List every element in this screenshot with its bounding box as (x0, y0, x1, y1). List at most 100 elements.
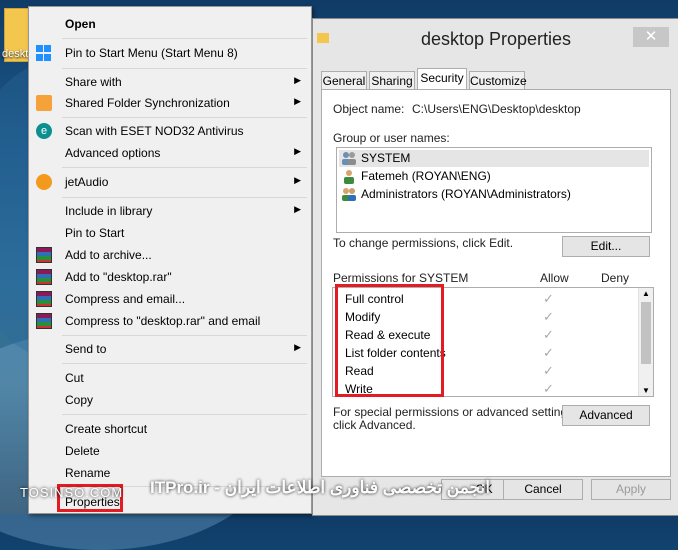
submenu-arrow-icon: ▶ (294, 146, 301, 156)
menu-item-label: Compress and email... (65, 292, 186, 306)
menu-item-compress-rar-email[interactable]: Compress to "desktop.rar" and email (31, 310, 309, 331)
menu-item-pin-start-menu[interactable]: Pin to Start Menu (Start Menu 8) (31, 42, 309, 63)
menu-item-compress-email[interactable]: Compress and email... (31, 288, 309, 309)
windows-logo-icon (36, 45, 52, 61)
menu-item-include-in-library[interactable]: Include in library ▶ (31, 200, 309, 221)
permissions-for-label: Permissions for SYSTEM (333, 271, 469, 285)
allow-check-icon: ✓ (543, 363, 554, 378)
menu-item-add-to-archive[interactable]: Add to archive... (31, 244, 309, 265)
tab-security[interactable]: Security (417, 68, 467, 90)
menu-item-label: Send to (65, 342, 107, 356)
user-list: SYSTEM Fatemeh (ROYAN\ENG) Administrator… (336, 147, 652, 233)
menu-item-open[interactable]: Open (31, 13, 309, 34)
window-title: desktop Properties (420, 29, 572, 49)
scroll-down-icon[interactable]: ▼ (642, 386, 650, 395)
menu-item-label: Scan with ESET NOD32 Antivirus (65, 124, 244, 138)
user-row-system[interactable]: SYSTEM (339, 150, 649, 167)
winrar-icon (36, 313, 52, 329)
menu-item-label: jetAudio (65, 175, 109, 189)
watermark-tosinso: TOSINSO.COM (20, 485, 124, 500)
menu-item-label: Include in library (65, 204, 153, 218)
tab-customize[interactable]: Customize (469, 71, 527, 89)
menu-separator (62, 363, 307, 364)
cancel-button[interactable]: Cancel (503, 479, 583, 500)
menu-item-label: Cut (65, 371, 84, 385)
menu-item-jetaudio[interactable]: jetAudio ▶ (31, 171, 309, 192)
group-names-label: Group or user names: (333, 131, 450, 145)
allow-check-icon: ✓ (543, 345, 554, 360)
submenu-arrow-icon: ▶ (294, 342, 301, 352)
sync-icon (36, 95, 52, 111)
menu-item-label: Create shortcut (65, 422, 148, 436)
desktop-folder-label: deskt (2, 48, 29, 60)
menu-item-label: Delete (65, 444, 100, 458)
menu-item-create-shortcut[interactable]: Create shortcut (31, 418, 309, 439)
users-group-icon (341, 151, 357, 166)
object-name-label: Object name: (333, 102, 405, 116)
allow-check-icon: ✓ (543, 309, 554, 324)
user-row-administrators[interactable]: Administrators (ROYAN\Administrators) (339, 186, 649, 203)
menu-separator (62, 68, 307, 69)
user-name: SYSTEM (361, 151, 411, 165)
user-row-fatemeh[interactable]: Fatemeh (ROYAN\ENG) (339, 168, 649, 185)
watermark-itpro: ITPro.ir - انجمن تخصصی فناوری اطلاعات ای… (150, 478, 491, 497)
winrar-icon (36, 247, 52, 263)
menu-item-label: Pin to Start Menu (Start Menu 8) (65, 46, 238, 60)
menu-item-add-to-rar[interactable]: Add to "desktop.rar" (31, 266, 309, 287)
user-name: Fatemeh (ROYAN\ENG) (361, 169, 491, 183)
menu-separator (62, 414, 307, 415)
special-permissions-text: For special permissions or advanced sett… (333, 405, 577, 419)
menu-item-advanced-options[interactable]: Advanced options ▶ (31, 142, 309, 163)
menu-item-label: Add to archive... (65, 248, 152, 262)
object-name-value: C:\Users\ENG\Desktop\desktop (412, 102, 581, 116)
change-permissions-text: To change permissions, click Edit. (333, 236, 514, 250)
apply-button[interactable]: Apply (591, 479, 671, 500)
users-group-icon (341, 187, 357, 202)
permissions-scrollbar[interactable]: ▲ ▼ (638, 288, 653, 396)
allow-check-icon: ✓ (543, 381, 554, 396)
menu-item-label: Rename (65, 466, 111, 480)
submenu-arrow-icon: ▶ (294, 96, 301, 106)
tab-general[interactable]: General (321, 71, 367, 89)
menu-item-send-to[interactable]: Send to ▶ (31, 338, 309, 359)
scroll-up-icon[interactable]: ▲ (642, 289, 650, 298)
submenu-arrow-icon: ▶ (294, 75, 301, 85)
menu-separator (62, 167, 307, 168)
menu-item-cut[interactable]: Cut (31, 367, 309, 388)
menu-item-label: Pin to Start (65, 226, 125, 240)
menu-item-label: Copy (65, 393, 94, 407)
menu-item-scan-eset[interactable]: e Scan with ESET NOD32 Antivirus (31, 120, 309, 141)
menu-item-share-with[interactable]: Share with ▶ (31, 71, 309, 92)
jetaudio-icon (36, 174, 52, 190)
menu-separator (62, 335, 307, 336)
menu-item-copy[interactable]: Copy (31, 389, 309, 410)
user-icon (341, 169, 357, 184)
special-permissions-text-2: click Advanced. (333, 418, 416, 432)
menu-item-shared-folder-sync[interactable]: Shared Folder Synchronization ▶ (31, 92, 309, 113)
allow-header: Allow (540, 271, 569, 285)
menu-separator (62, 117, 307, 118)
window-titlebar[interactable]: desktop Properties ✕ (313, 19, 678, 55)
winrar-icon (36, 269, 52, 285)
permissions-highlight-box (335, 284, 444, 397)
edit-button[interactable]: Edit... (562, 236, 650, 257)
security-panel: Object name: C:\Users\ENG\Desktop\deskto… (321, 89, 671, 477)
winrar-icon (36, 291, 52, 307)
menu-item-label: Share with (65, 75, 122, 89)
menu-item-label: Open (65, 17, 96, 31)
close-button[interactable]: ✕ (633, 27, 669, 47)
allow-check-icon: ✓ (543, 291, 554, 306)
tab-sharing[interactable]: Sharing (369, 71, 415, 89)
menu-item-label: Shared Folder Synchronization (65, 96, 230, 110)
menu-item-delete[interactable]: Delete (31, 440, 309, 461)
deny-header: Deny (601, 271, 630, 285)
user-name: Administrators (ROYAN\Administrators) (361, 187, 571, 201)
menu-item-label: Add to "desktop.rar" (65, 270, 172, 284)
eset-icon: e (36, 123, 52, 139)
context-menu: Open Pin to Start Menu (Start Menu 8) Sh… (28, 6, 312, 514)
advanced-button[interactable]: Advanced (562, 405, 650, 426)
scroll-thumb[interactable] (641, 302, 651, 364)
menu-item-pin-to-start[interactable]: Pin to Start (31, 222, 309, 243)
menu-item-label: Compress to "desktop.rar" and email (65, 314, 261, 328)
allow-check-icon: ✓ (543, 327, 554, 342)
